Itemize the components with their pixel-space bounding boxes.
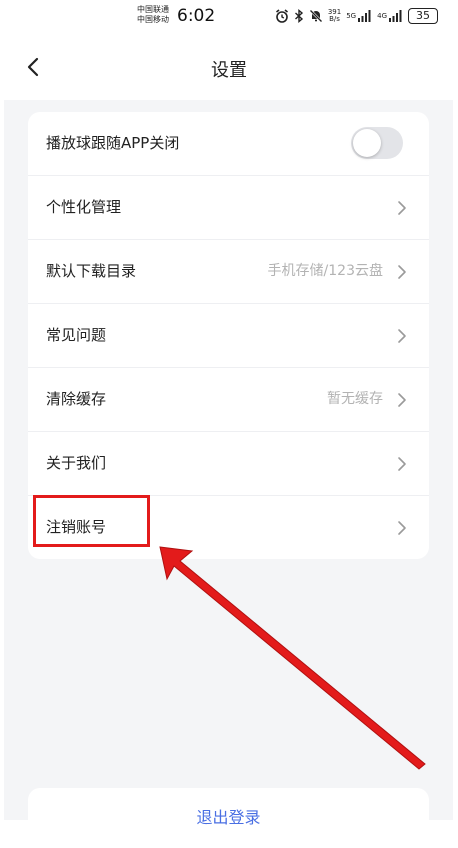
bluetooth-icon [294, 9, 303, 23]
chevron-right-icon [398, 521, 406, 535]
setting-row-playball-follow-app-close: 播放球跟随APP关闭 [28, 112, 429, 176]
carrier-2: 中国移动 [137, 15, 169, 24]
setting-label: 清除缓存 [46, 390, 107, 408]
mute-icon [309, 9, 323, 23]
alarm-icon [275, 9, 288, 23]
setting-row-download-directory[interactable]: 默认下载目录 手机存储/123云盘 [28, 240, 429, 304]
carrier-1: 中国联通 [137, 5, 169, 14]
setting-row-clear-cache[interactable]: 清除缓存 暂无缓存 [28, 368, 429, 432]
setting-row-faq[interactable]: 常见问题 [28, 304, 429, 368]
network-type-2: 4G [377, 12, 387, 20]
download-directory-value: 手机存储/123云盘 [267, 263, 383, 279]
chevron-right-icon [398, 393, 406, 407]
status-bar: 中国联通 中国移动 6:02 391 B/s 5G 4G 35 [0, 0, 458, 34]
status-time: 6:02 [177, 6, 216, 26]
annotation-highlight-box [33, 495, 150, 547]
chevron-right-icon [398, 329, 406, 343]
setting-label: 播放球跟随APP关闭 [46, 134, 180, 152]
toggle-knob [353, 129, 381, 157]
chevron-right-icon [398, 201, 406, 215]
status-icons: 391 B/s 5G 4G 35 [275, 7, 438, 25]
battery-indicator: 35 [408, 8, 438, 24]
setting-row-about-us[interactable]: 关于我们 [28, 432, 429, 496]
signal-icon [389, 10, 402, 22]
net-speed-unit: B/s [329, 15, 340, 23]
network-type-1: 5G [346, 12, 357, 20]
signal-icon [358, 10, 371, 22]
logout-button[interactable]: 退出登录 [28, 788, 429, 848]
playball-toggle[interactable] [351, 127, 403, 159]
setting-label: 关于我们 [46, 454, 107, 472]
chevron-right-icon [398, 457, 406, 471]
chevron-right-icon [398, 265, 406, 279]
setting-label: 常见问题 [46, 326, 107, 344]
setting-row-personalization[interactable]: 个性化管理 [28, 176, 429, 240]
cache-size-value: 暂无缓存 [327, 391, 383, 407]
header: 设置 [0, 34, 458, 100]
setting-label: 个性化管理 [46, 198, 122, 216]
settings-content: 播放球跟随APP关闭 个性化管理 默认下载目录 手机存储/123云盘 常见问题 [4, 100, 453, 848]
page-title: 设置 [211, 60, 247, 81]
setting-label: 默认下载目录 [46, 262, 137, 280]
settings-card: 播放球跟随APP关闭 个性化管理 默认下载目录 手机存储/123云盘 常见问题 [28, 112, 429, 559]
network-speed: 391 B/s [328, 9, 341, 23]
carrier-names: 中国联通 中国移动 [137, 5, 169, 25]
